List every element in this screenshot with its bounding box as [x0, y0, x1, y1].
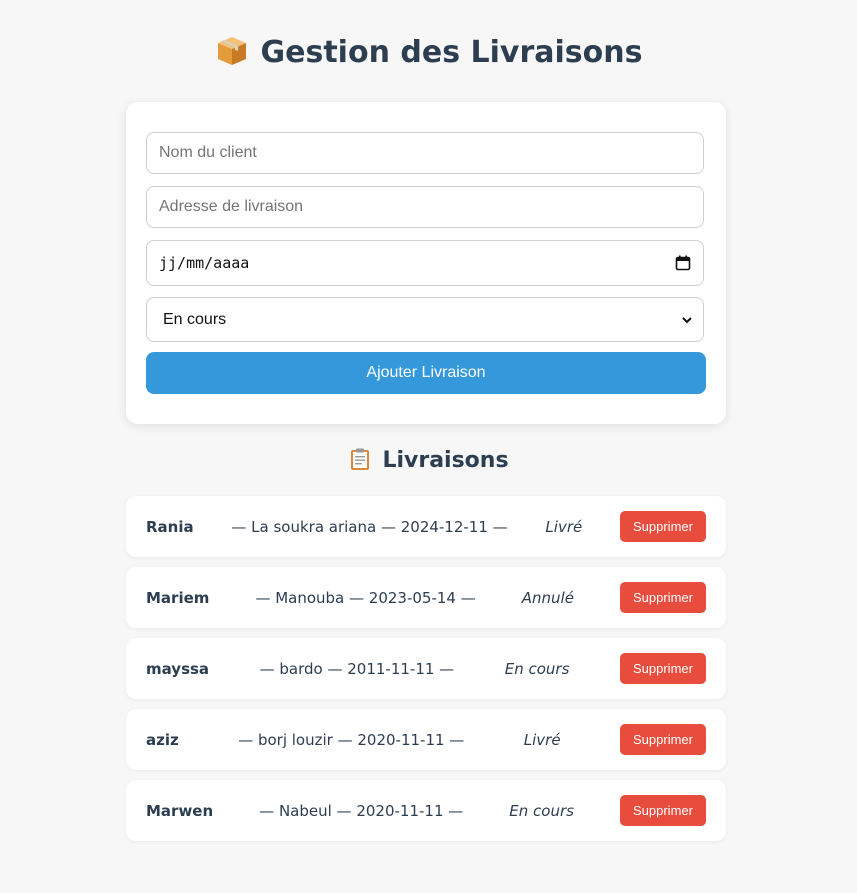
delivery-details: — bardo — 2011-11-11 —	[259, 659, 455, 678]
status-select[interactable]: En cours	[146, 297, 704, 342]
delivery-row: aziz — borj louzir — 2020-11-11 — Livré …	[126, 709, 726, 770]
client-name: Rania	[146, 517, 194, 536]
delivery-row: mayssa — bardo — 2011-11-11 — En cours S…	[126, 638, 726, 699]
page-title: Gestion des Livraisons	[0, 30, 857, 76]
delivery-row: Mariem — Manouba — 2023-05-14 — Annulé S…	[126, 567, 726, 628]
delivery-status: Livré	[545, 517, 583, 536]
page-title-text: Gestion des Livraisons	[260, 35, 643, 70]
delivery-row: Rania — La soukra ariana — 2024-12-11 — …	[126, 496, 726, 557]
delete-button[interactable]: Supprimer	[619, 653, 706, 684]
delete-button[interactable]: Supprimer	[619, 511, 706, 542]
delivery-details: — La soukra ariana — 2024-12-11 —	[231, 517, 508, 536]
delivery-details: — borj louzir — 2020-11-11 —	[238, 730, 465, 749]
delivery-status: Annulé	[521, 588, 574, 607]
status-selected-value: En cours	[163, 310, 227, 328]
delivery-status: En cours	[504, 659, 570, 678]
page: Gestion des Livraisons jj/mm/aaaa En cou…	[0, 0, 857, 893]
delivery-details: — Nabeul — 2020-11-11 —	[259, 801, 464, 820]
date-placeholder: jj/mm/aaaa	[159, 254, 250, 272]
delete-button[interactable]: Supprimer	[619, 795, 706, 826]
delete-button[interactable]: Supprimer	[619, 582, 706, 613]
client-name: Marwen	[146, 801, 214, 820]
clipboard-icon	[351, 448, 370, 470]
client-name: Mariem	[146, 588, 210, 607]
delivery-address-input[interactable]	[146, 186, 704, 228]
delivery-status: Livré	[523, 730, 561, 749]
calendar-icon[interactable]	[675, 255, 691, 271]
client-name: aziz	[146, 730, 179, 749]
delivery-date-input[interactable]: jj/mm/aaaa	[146, 240, 704, 286]
delivery-form: jj/mm/aaaa En cours Ajouter Livraison	[126, 102, 726, 424]
delivery-row: Marwen — Nabeul — 2020-11-11 — En cours …	[126, 780, 726, 841]
client-name: mayssa	[146, 659, 210, 678]
package-icon	[217, 37, 246, 65]
delivery-details: — Manouba — 2023-05-14 —	[255, 588, 476, 607]
add-delivery-button[interactable]: Ajouter Livraison	[146, 352, 706, 394]
delete-button[interactable]: Supprimer	[620, 724, 706, 755]
list-title-text: Livraisons	[382, 448, 509, 473]
client-name-input[interactable]	[146, 132, 704, 174]
list-title: Livraisons	[0, 444, 857, 478]
delivery-status: En cours	[509, 801, 574, 820]
chevron-down-icon	[682, 316, 692, 323]
